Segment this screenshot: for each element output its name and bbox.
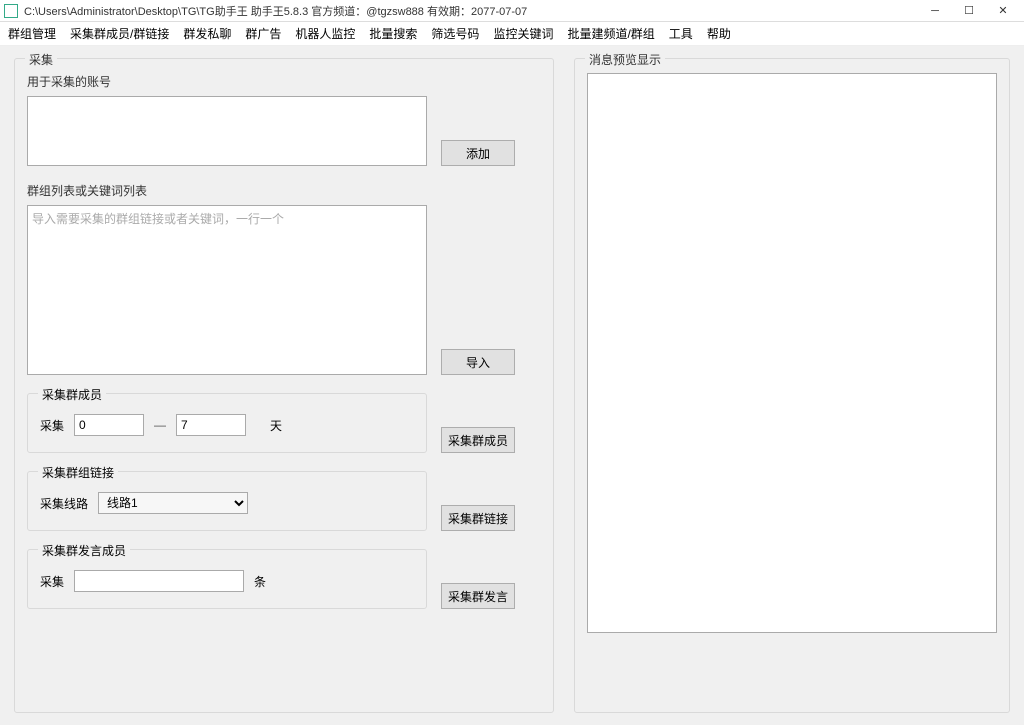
minimize-button[interactable]: ─ <box>918 0 952 22</box>
menu-bot-monitor[interactable]: 机器人监控 <box>295 25 355 42</box>
menu-help[interactable]: 帮助 <box>707 25 731 42</box>
menu-monitor-keywords[interactable]: 监控关键词 <box>493 25 553 42</box>
collect-speakers-legend: 采集群发言成员 <box>38 542 130 559</box>
window-title: C:\Users\Administrator\Desktop\TG\TG助手王 … <box>24 3 918 19</box>
close-button[interactable]: ✕ <box>986 0 1020 22</box>
menu-batch-create[interactable]: 批量建频道/群组 <box>567 25 654 42</box>
window-titlebar: C:\Users\Administrator\Desktop\TG\TG助手王 … <box>0 0 1024 22</box>
collect-members-fieldset: 采集群成员 采集 — 天 <box>27 393 427 453</box>
collect-members-unit: 天 <box>270 417 282 434</box>
collect-speakers-unit: 条 <box>254 573 266 590</box>
collect-speakers-fieldset: 采集群发言成员 采集 条 <box>27 549 427 609</box>
left-column: 采集 用于采集的账号 添加 群组列表或关键词列表 导入 <box>14 58 554 713</box>
collect-links-legend: 采集群组链接 <box>38 464 118 481</box>
right-column: 消息预览显示 <box>574 58 1010 713</box>
collect-legend: 采集 <box>25 51 57 68</box>
window-controls: ─ ☐ ✕ <box>918 0 1020 22</box>
collect-members-legend: 采集群成员 <box>38 386 106 403</box>
menu-group-ad[interactable]: 群广告 <box>245 25 281 42</box>
collect-links-fieldset: 采集群组链接 采集线路 线路1 <box>27 471 427 531</box>
account-label: 用于采集的账号 <box>27 73 541 90</box>
groups-label: 群组列表或关键词列表 <box>27 182 541 199</box>
groups-textarea[interactable] <box>27 205 427 375</box>
preview-legend: 消息预览显示 <box>585 51 665 68</box>
collect-members-from-input[interactable] <box>74 414 144 436</box>
menu-collect-members-links[interactable]: 采集群成员/群链接 <box>70 25 169 42</box>
collect-speakers-label: 采集 <box>40 573 64 590</box>
menu-filter-numbers[interactable]: 筛选号码 <box>431 25 479 42</box>
collect-links-route-select[interactable]: 线路1 <box>98 492 248 514</box>
menu-mass-private[interactable]: 群发私聊 <box>183 25 231 42</box>
content-area: 采集 用于采集的账号 添加 群组列表或关键词列表 导入 <box>0 46 1024 725</box>
collect-members-button[interactable]: 采集群成员 <box>441 427 515 453</box>
preview-fieldset: 消息预览显示 <box>574 58 1010 713</box>
app-icon <box>4 4 18 18</box>
account-section: 用于采集的账号 添加 <box>27 73 541 166</box>
account-textarea[interactable] <box>27 96 427 166</box>
collect-members-to-input[interactable] <box>176 414 246 436</box>
collect-links-route-label: 采集线路 <box>40 495 88 512</box>
collect-speakers-button[interactable]: 采集群发言 <box>441 583 515 609</box>
maximize-button[interactable]: ☐ <box>952 0 986 22</box>
import-button[interactable]: 导入 <box>441 349 515 375</box>
menu-batch-search[interactable]: 批量搜索 <box>369 25 417 42</box>
collect-members-label: 采集 <box>40 417 64 434</box>
collect-links-button[interactable]: 采集群链接 <box>441 505 515 531</box>
collect-fieldset: 采集 用于采集的账号 添加 群组列表或关键词列表 导入 <box>14 58 554 713</box>
menu-group-manage[interactable]: 群组管理 <box>8 25 56 42</box>
range-dash: — <box>154 418 166 432</box>
menubar: 群组管理 采集群成员/群链接 群发私聊 群广告 机器人监控 批量搜索 筛选号码 … <box>0 22 1024 46</box>
add-button[interactable]: 添加 <box>441 140 515 166</box>
collect-speakers-count-input[interactable] <box>74 570 244 592</box>
preview-box <box>587 73 997 633</box>
groups-section: 群组列表或关键词列表 导入 <box>27 182 541 375</box>
menu-tools[interactable]: 工具 <box>669 25 693 42</box>
